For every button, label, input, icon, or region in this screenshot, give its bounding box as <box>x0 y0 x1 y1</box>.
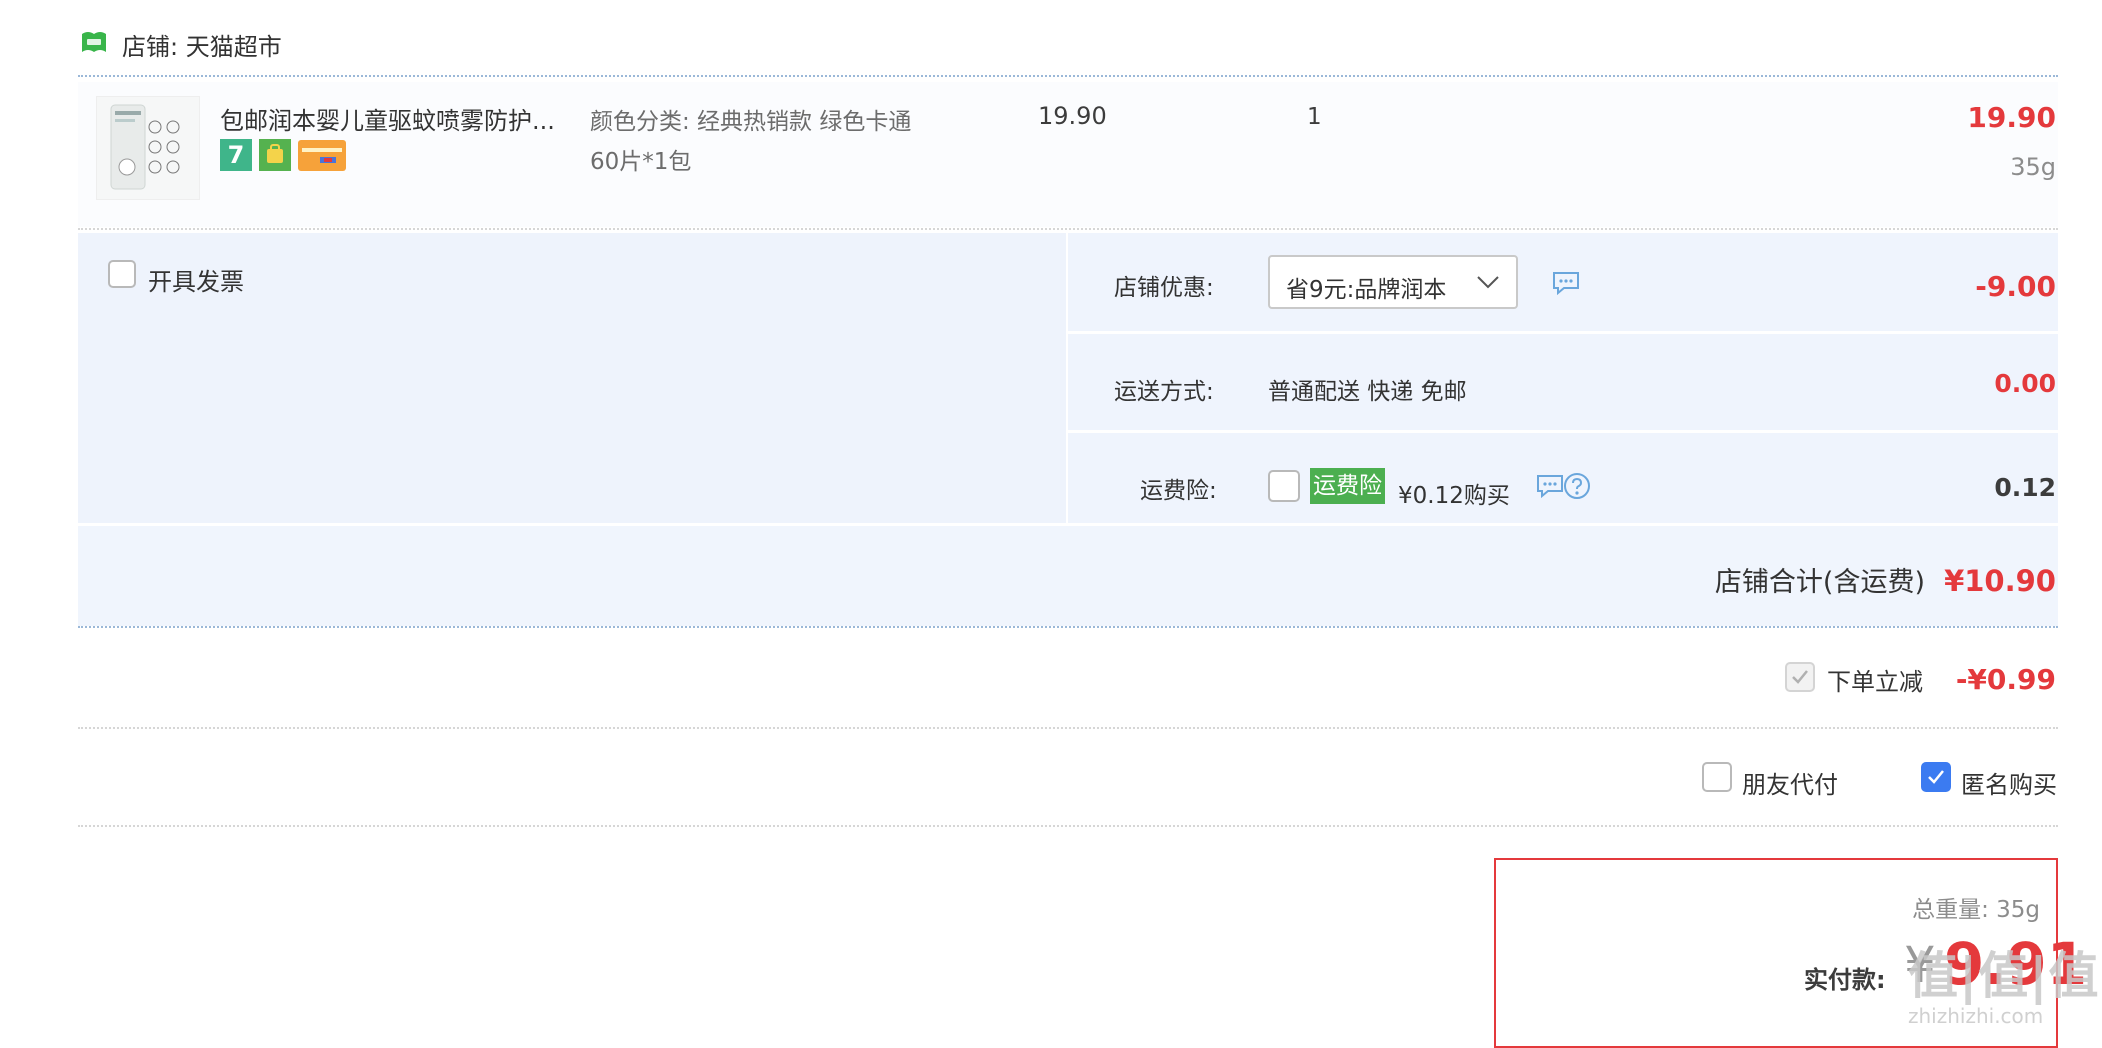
sku-line-2: 60片*1包 <box>590 149 692 175</box>
shop-total-label: 店铺合计(含运费) <box>1714 567 1925 598</box>
friend-pay-checkbox[interactable] <box>1702 762 1732 792</box>
discount-label: 店铺优惠: <box>1114 275 1214 301</box>
discount-amount: -9.00 <box>1975 270 2056 303</box>
invoice-label[interactable]: 开具发票 <box>148 262 244 297</box>
item-divider <box>78 228 2058 230</box>
sku-info: 颜色分类: 经典热销款 绿色卡通 60片*1包 <box>590 102 911 182</box>
shop-total-divider <box>78 626 2058 628</box>
watermark-logo: 值|值|值 <box>1908 947 2100 1005</box>
insurance-tag: 运费险 <box>1310 468 1385 504</box>
insurance-price: ¥0.12购买 <box>1398 483 1510 509</box>
instant-discount-checkbox <box>1785 662 1815 692</box>
site-watermark: 值|值|值 zhizhizhi.com <box>1908 936 2100 1028</box>
instant-discount-divider <box>78 727 2058 729</box>
tmall-supermarket-icon <box>80 30 108 54</box>
shipping-row-bg <box>1068 334 2058 430</box>
friend-pay-label[interactable]: 朋友代付 <box>1742 765 1838 800</box>
shop-total: 店铺合计(含运费) ¥10.90 <box>1715 560 2056 599</box>
discount-message-icon[interactable] <box>1552 271 1580 299</box>
product-title[interactable]: 包邮润本婴儿童驱蚊喷雾防护... <box>220 101 555 136</box>
help-question-icon[interactable] <box>1563 472 1591 504</box>
item-weight: 35g <box>2010 153 2056 181</box>
shop-total-amount: ¥10.90 <box>1944 564 2056 598</box>
total-weight: 总重量: 35g <box>1912 890 2040 924</box>
insurance-message-icon[interactable] <box>1536 474 1564 502</box>
product-thumbnail[interactable] <box>96 96 200 200</box>
insurance-label: 运费险: <box>1140 478 1217 504</box>
insurance-checkbox[interactable] <box>1268 470 1300 502</box>
actual-payment-label: 实付款: <box>1804 966 1886 994</box>
shop-divider <box>78 75 2058 77</box>
discount-select[interactable]: 省9元:品牌润本 <box>1268 255 1518 309</box>
anonymous-purchase-checkbox[interactable] <box>1921 762 1951 792</box>
shop-name-text: 天猫超市 <box>185 33 282 61</box>
instant-discount-amount: -¥0.99 <box>1955 663 2056 696</box>
shipping-amount: 0.00 <box>1994 369 2056 398</box>
item-subtotal: 19.90 <box>1967 101 2056 134</box>
badge-shop-icon <box>259 139 291 171</box>
shop-label: 店铺: <box>122 33 179 61</box>
insurance-amount: 0.12 <box>1994 473 2056 502</box>
shipping-method: 普通配送 快递 免邮 <box>1268 379 1467 405</box>
total-weight-label: 总重量: <box>1912 897 1989 923</box>
unit-price: 19.90 <box>1038 102 1107 130</box>
options-divider <box>78 825 2058 827</box>
sku-line-1: 颜色分类: 经典热销款 绿色卡通 <box>590 109 912 135</box>
discount-select-value: 省9元:品牌润本 <box>1286 277 1447 303</box>
badge-7-day-return-icon: 7 <box>220 139 252 171</box>
quantity: 1 <box>1307 104 1322 130</box>
shipping-label: 运送方式: <box>1114 379 1214 405</box>
panel-vertical-divider <box>1066 233 1068 523</box>
total-weight-value: 35g <box>1996 897 2040 923</box>
discount-row-divider <box>1068 331 2058 334</box>
instant-discount-label: 下单立减 <box>1827 668 1923 696</box>
anonymous-purchase-label[interactable]: 匿名购买 <box>1961 765 2057 800</box>
badge-card-icon <box>298 140 346 171</box>
invoice-checkbox[interactable] <box>108 260 136 288</box>
shipping-row-divider <box>1068 430 2058 433</box>
chevron-down-icon <box>1476 272 1500 296</box>
shop-name[interactable]: 店铺: 天猫超市 <box>122 27 282 62</box>
panel-horizontal-divider <box>78 523 2058 526</box>
